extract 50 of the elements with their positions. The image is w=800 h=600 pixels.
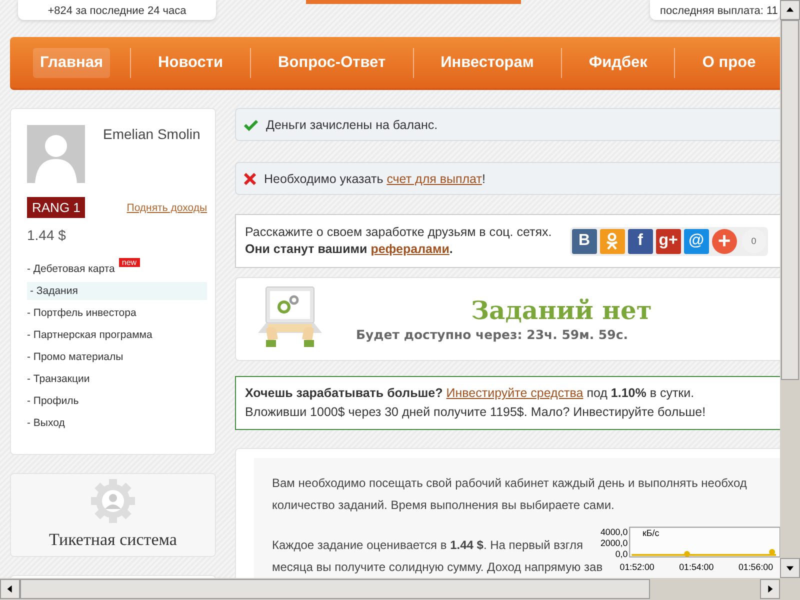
facebook-share-button[interactable]: f xyxy=(628,228,653,254)
invest-text: Хочешь зарабатывать больше? Инвестируйте средства под 1.10% в сутки. xyxy=(245,385,696,402)
share-counter: 0 xyxy=(742,229,766,253)
menu-item[interactable]: - Транзакции xyxy=(27,370,207,388)
info-paragraph: Вам необходимо посещать свой рабочий кабинет каждый день и выполнять необход количество заданий. Время выполнения вы выбираете сами. xyxy=(272,475,747,514)
nav-tab[interactable]: Фидбек xyxy=(582,48,654,78)
stick-figure-icon xyxy=(605,232,620,250)
nav-tab[interactable]: О прое xyxy=(695,48,763,78)
gear-person-icon xyxy=(90,478,136,524)
share-text: Расскажите о своем заработке друзьям в соц. сетях. xyxy=(245,224,552,241)
new-badge: new xyxy=(118,258,140,267)
balance: 1.44 $ xyxy=(27,227,67,243)
google-plus-share-button[interactable]: g+ xyxy=(656,228,681,254)
scroll-arrow-up-icon[interactable] xyxy=(780,0,800,20)
scroll-thumb[interactable] xyxy=(781,20,799,380)
referrals-link[interactable]: рефералами xyxy=(370,242,450,256)
ticket-title: Тикетная система xyxy=(49,530,177,550)
alert-text: Деньги зачислены на баланс. xyxy=(266,118,438,132)
user-name: Emelian Smolin xyxy=(103,126,200,144)
stat-card: последняя выплата: 11 xyxy=(650,0,780,20)
scroll-arrow-down-icon[interactable] xyxy=(780,558,800,578)
check-icon xyxy=(244,118,258,130)
tasks-title: Заданий нет xyxy=(471,296,652,325)
rank-badge: RANG 1 xyxy=(27,197,86,218)
menu-item[interactable]: - Промо материалы xyxy=(27,348,207,366)
scroll-thumb[interactable] xyxy=(20,579,650,599)
menu-item[interactable]: - Задания xyxy=(27,282,207,300)
invest-text: Вложивши 1000$ через 30 дней получите 1195$. Мало? Инвестируйте больше! xyxy=(245,404,707,421)
share-text: Они станут вашими рефералами. xyxy=(245,241,454,258)
menu-item[interactable]: - Профиль xyxy=(27,392,207,410)
payout-account-link[interactable]: счет для выплат xyxy=(386,172,482,186)
nav-tab[interactable]: Вопрос-Ответ xyxy=(271,48,393,78)
nav-tab[interactable]: Инвесторам xyxy=(434,48,541,78)
invest-link[interactable]: Инвестируйте средства xyxy=(446,386,584,400)
mail-share-button[interactable]: @ xyxy=(684,228,709,254)
raise-income-link[interactable]: Поднять доходы xyxy=(126,202,207,214)
scroll-arrow-left-icon[interactable] xyxy=(0,579,20,599)
stat-card: +824 за последние 24 часа xyxy=(18,0,216,20)
more-share-button[interactable]: + xyxy=(712,228,737,254)
countdown-text: Будет доступно через: 23ч. 59м. 59с. xyxy=(356,327,629,342)
nav-tab[interactable]: Новости xyxy=(151,48,230,78)
menu-item[interactable]: - Дебетовая карта $^{new}$ xyxy=(27,255,207,278)
cross-icon xyxy=(244,172,256,184)
menu-item[interactable]: - Выход xyxy=(27,414,207,432)
scroll-arrow-right-icon[interactable] xyxy=(760,579,780,599)
alert-text: Необходимо указать счет для выплат! xyxy=(264,172,486,186)
menu-item[interactable]: - Партнерская программа xyxy=(27,326,207,344)
vk-share-button[interactable]: В xyxy=(572,228,597,254)
ticket-card[interactable]: Тикетная система xyxy=(10,473,216,557)
menu-item[interactable]: - Портфель инвестора xyxy=(27,304,207,322)
